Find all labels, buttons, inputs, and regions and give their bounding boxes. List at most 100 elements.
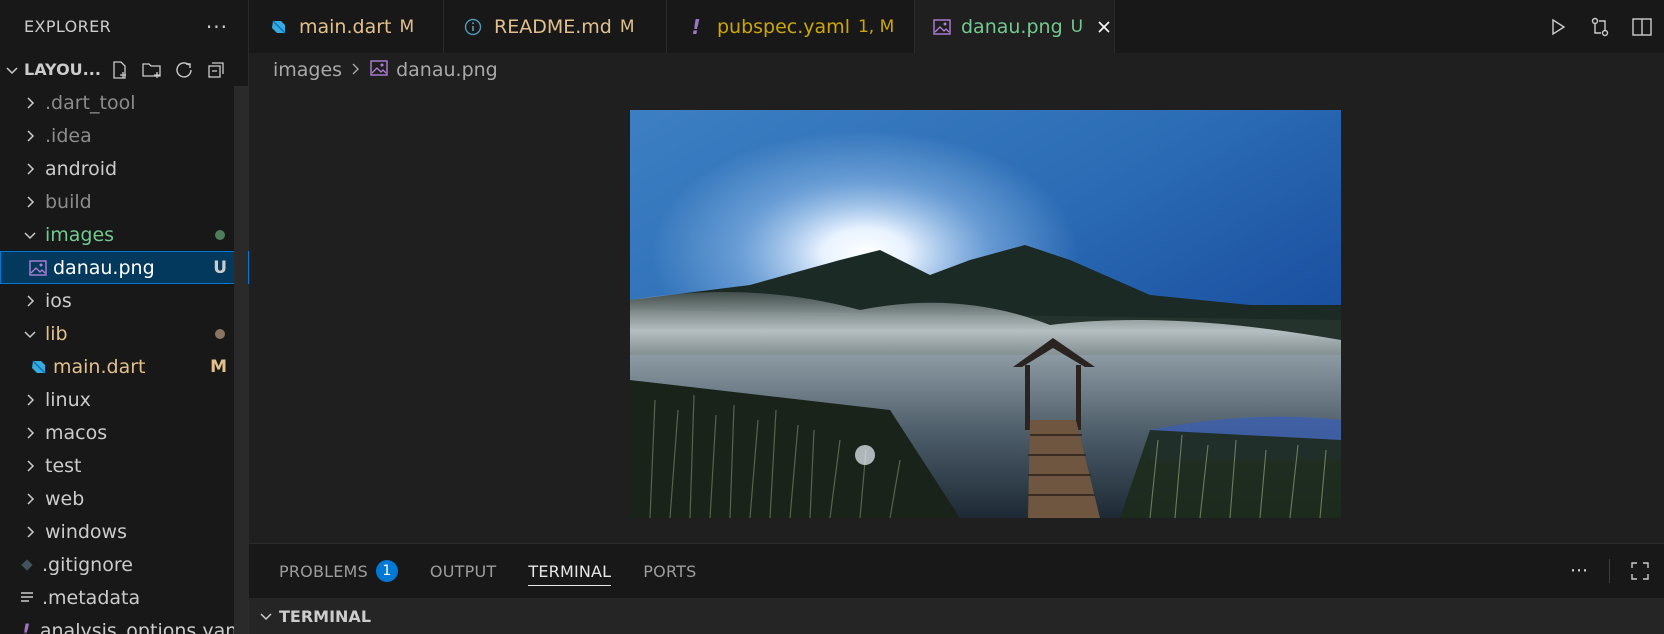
image-icon <box>933 18 951 35</box>
panel-tabs: PROBLEMS 1 OUTPUT TERMINAL PORTS <box>249 544 1664 598</box>
file-tree: .dart_tool .idea android build images da… <box>0 86 249 634</box>
run-icon[interactable] <box>1546 15 1570 39</box>
image-file-icon <box>28 259 48 276</box>
tree-item-linux[interactable]: linux <box>0 383 249 416</box>
breadcrumb-file[interactable]: danau.png <box>396 59 498 81</box>
tree-item-dart-tool[interactable]: .dart_tool <box>0 86 249 119</box>
workspace-section-header[interactable]: LAYOU... <box>0 53 248 86</box>
chevron-down-icon <box>20 228 40 242</box>
untracked-dot-icon <box>215 229 225 240</box>
tree-item-label: linux <box>45 388 91 411</box>
terminal-header-label: TERMINAL <box>279 607 372 626</box>
maximize-panel-icon[interactable] <box>1628 559 1652 583</box>
tree-item-gitignore[interactable]: .gitignore <box>0 548 249 581</box>
git-file-icon <box>17 558 37 572</box>
explorer-title: EXPLORER <box>24 17 112 36</box>
explorer-more-icon[interactable]: ··· <box>206 15 228 39</box>
chevron-right-icon <box>20 294 40 308</box>
close-icon[interactable] <box>1097 15 1111 39</box>
tab-output[interactable]: OUTPUT <box>430 544 496 598</box>
lake-photo <box>630 110 1341 518</box>
refresh-icon[interactable] <box>173 59 195 81</box>
breadcrumb-folder[interactable]: images <box>273 59 342 81</box>
tab-label: main.dart <box>299 15 392 38</box>
chevron-right-icon <box>20 393 40 407</box>
git-status-badge: U <box>213 257 227 278</box>
image-icon <box>370 59 388 81</box>
tree-item-windows[interactable]: windows <box>0 515 249 548</box>
tab-main-dart[interactable]: main.dart M <box>249 0 444 53</box>
tree-item-idea[interactable]: .idea <box>0 119 249 152</box>
tree-item-web[interactable]: web <box>0 482 249 515</box>
tab-problems[interactable]: PROBLEMS 1 <box>279 544 398 598</box>
panel-tab-label: PROBLEMS <box>279 561 368 581</box>
text-file-icon <box>17 591 37 605</box>
tree-item-test[interactable]: test <box>0 449 249 482</box>
tab-terminal[interactable]: TERMINAL <box>528 544 612 598</box>
tree-item-ios[interactable]: ios <box>0 284 249 317</box>
tab-badge: U <box>1070 16 1084 37</box>
modified-dot-icon <box>215 328 225 339</box>
yaml-icon: ! <box>691 14 701 39</box>
tree-item-label: macos <box>45 421 108 444</box>
tree-item-label: build <box>45 190 92 213</box>
tree-item-label: windows <box>45 520 127 543</box>
tab-pubspec[interactable]: ! pubspec.yaml 1, M <box>667 0 915 53</box>
tree-item-label: lib <box>45 322 68 345</box>
source-control-compare-icon[interactable] <box>1588 15 1612 39</box>
explorer-actions <box>109 59 227 81</box>
divider <box>1609 559 1610 583</box>
chevron-right-icon <box>350 59 362 81</box>
editor-tab-bar: main.dart M README.md M ! pubspec.yaml 1… <box>249 0 1664 53</box>
panel-more-icon[interactable]: ··· <box>1567 559 1591 583</box>
bottom-panel: PROBLEMS 1 OUTPUT TERMINAL PORTS ··· TER… <box>249 543 1664 634</box>
chevron-right-icon <box>20 162 40 176</box>
git-status-badge: M <box>210 356 227 377</box>
chevron-right-icon <box>20 525 40 539</box>
tree-item-label: web <box>45 487 85 510</box>
tree-item-label: .dart_tool <box>45 91 136 114</box>
tree-item-build[interactable]: build <box>0 185 249 218</box>
dart-file-icon <box>28 358 48 376</box>
tree-item-danau-png[interactable]: danau.png U <box>0 251 249 284</box>
tree-item-label: images <box>45 223 115 246</box>
tree-item-images[interactable]: images <box>0 218 249 251</box>
chevron-right-icon <box>20 129 40 143</box>
breadcrumb: images danau.png <box>273 53 498 86</box>
tab-label: README.md <box>494 15 612 38</box>
tree-item-metadata[interactable]: .metadata <box>0 581 249 614</box>
tree-item-label: ios <box>45 289 72 312</box>
panel-tab-label: OUTPUT <box>429 561 497 581</box>
tree-item-label: android <box>45 157 118 180</box>
tree-item-macos[interactable]: macos <box>0 416 249 449</box>
info-icon <box>462 18 484 36</box>
tree-item-label: .metadata <box>42 586 141 609</box>
tab-label: danau.png <box>961 15 1063 38</box>
chevron-right-icon <box>20 492 40 506</box>
new-file-icon[interactable] <box>109 59 131 81</box>
workspace-name: LAYOU... <box>24 60 101 79</box>
tab-badge: 1, M <box>857 16 895 37</box>
tree-item-label: danau.png <box>53 256 155 279</box>
split-editor-icon[interactable] <box>1630 15 1654 39</box>
tab-badge: M <box>399 16 415 37</box>
tree-item-label: .gitignore <box>42 553 133 576</box>
terminal-section-header[interactable]: TERMINAL <box>249 598 1664 634</box>
tree-item-analysis-options[interactable]: ! analysis_options.yaml <box>0 614 249 634</box>
tree-item-android[interactable]: android <box>0 152 249 185</box>
panel-actions: ··· <box>1567 559 1652 583</box>
chevron-right-icon <box>20 459 40 473</box>
chevron-down-icon <box>2 62 22 78</box>
panel-tab-label: TERMINAL <box>528 561 612 581</box>
tab-readme[interactable]: README.md M <box>444 0 667 53</box>
tree-item-main-dart[interactable]: main.dart M <box>0 350 249 383</box>
sidebar-scrollbar[interactable] <box>234 86 248 634</box>
tree-item-lib[interactable]: lib <box>0 317 249 350</box>
tree-item-label: analysis_options.yaml <box>39 619 249 634</box>
tab-ports[interactable]: PORTS <box>643 544 696 598</box>
chevron-right-icon <box>20 96 40 110</box>
tab-danau-png[interactable]: danau.png U <box>915 0 1115 53</box>
tab-label: pubspec.yaml <box>717 15 850 38</box>
collapse-all-icon[interactable] <box>205 59 227 81</box>
new-folder-icon[interactable] <box>141 59 163 81</box>
